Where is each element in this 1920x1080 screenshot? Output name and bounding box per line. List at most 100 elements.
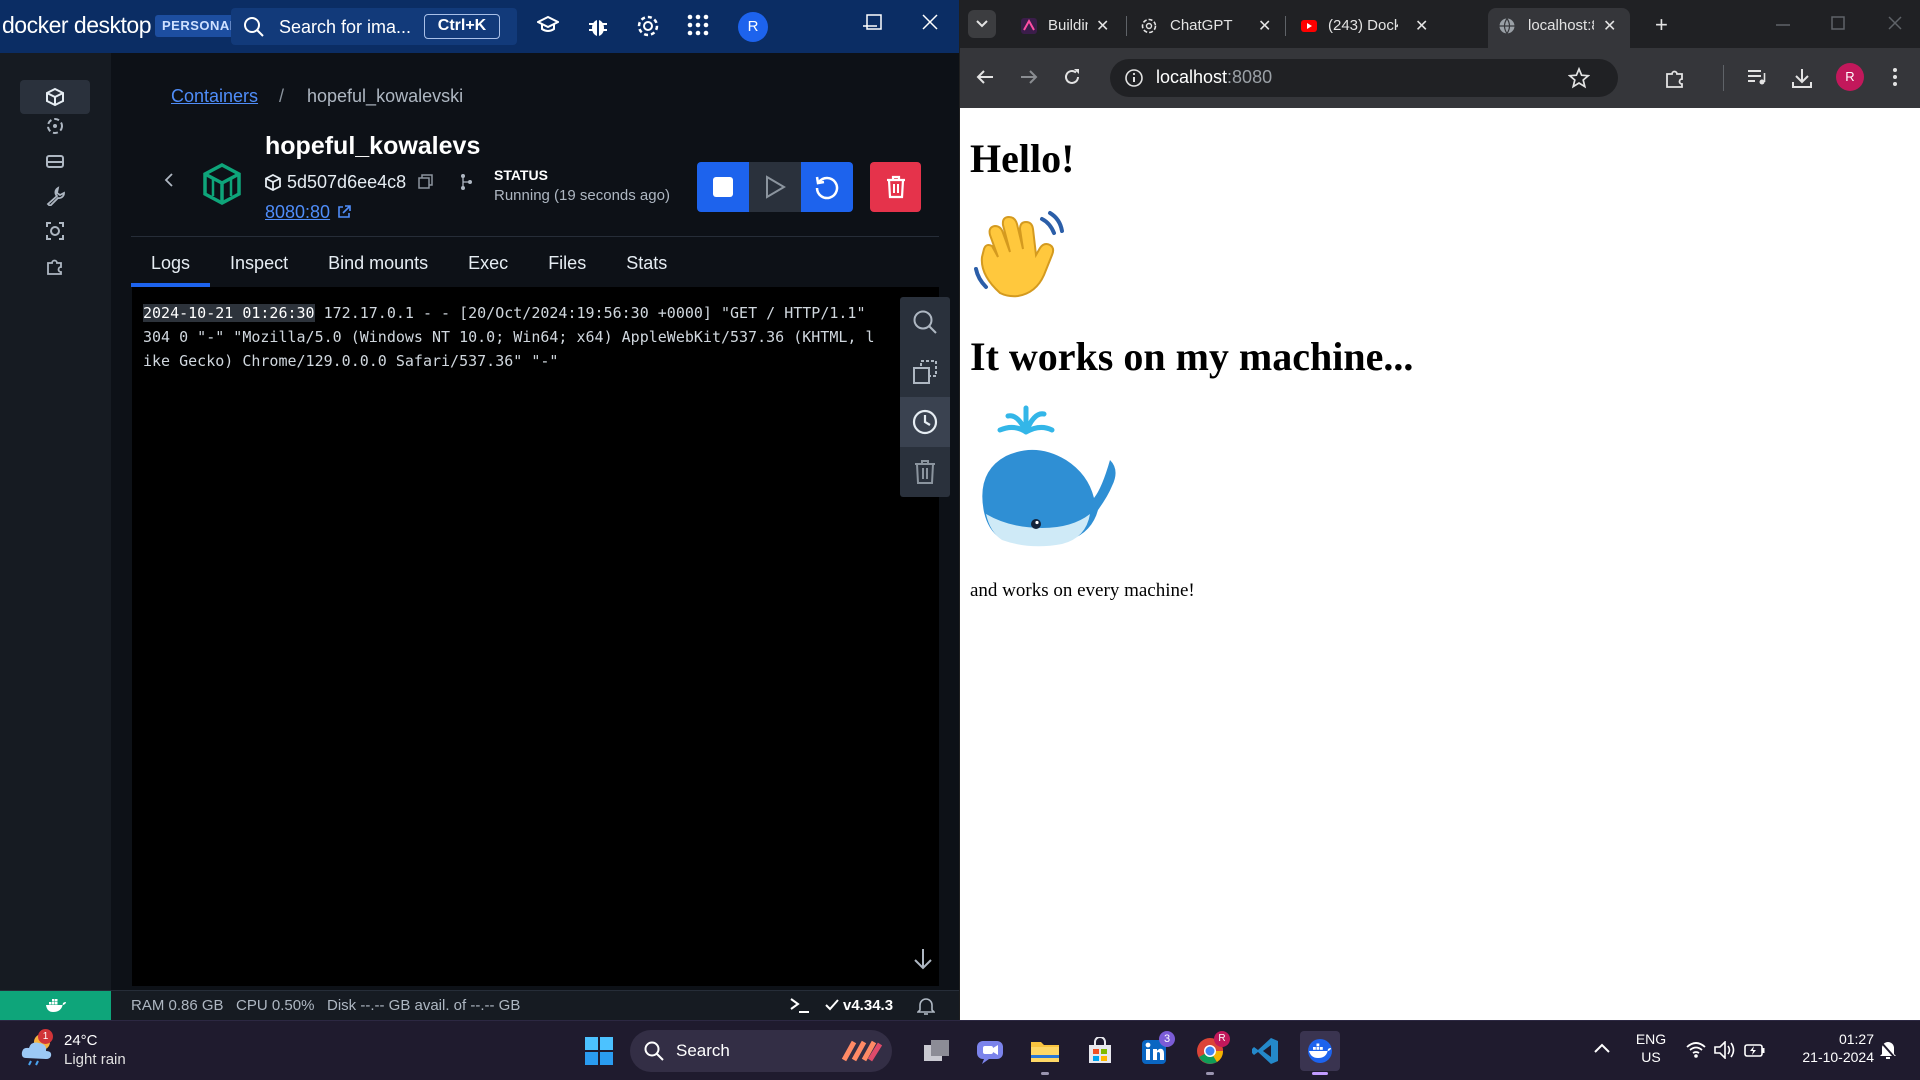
clock[interactable]: 01:27 21-10-2024 <box>1778 1031 1874 1065</box>
logs-panel[interactable]: 2024-10-21 01:26:30 172.17.0.1 - - [20/O… <box>132 287 950 986</box>
desktop: docker desktop PERSONAL Search for ima..… <box>0 0 1920 1080</box>
back-arrow-icon[interactable] <box>976 68 994 86</box>
sidebar-item-scout[interactable] <box>20 214 90 248</box>
settings-gear-icon[interactable] <box>636 14 660 38</box>
maximize-icon[interactable] <box>866 14 882 30</box>
copy-icon[interactable] <box>418 174 433 189</box>
close-icon[interactable] <box>1888 16 1902 30</box>
media-control-icon[interactable] <box>1746 67 1768 87</box>
log-timestamp: 2024-10-21 01:26:30 <box>143 304 315 322</box>
learning-center-icon[interactable] <box>537 14 559 36</box>
taskbar-task-view[interactable] <box>917 1031 957 1071</box>
start-button[interactable] <box>749 162 801 212</box>
global-search[interactable]: Search for ima... Ctrl+K <box>231 8 517 45</box>
site-info-icon[interactable] <box>1124 68 1144 88</box>
container-cube-icon <box>203 163 241 205</box>
tab-logs[interactable]: Logs <box>131 241 211 287</box>
input-language[interactable]: ENG US <box>1628 1031 1674 1065</box>
show-hidden-icons-chevron-icon[interactable] <box>1594 1043 1610 1053</box>
taskbar-search[interactable]: Search <box>630 1030 892 1072</box>
container-action-group <box>697 162 853 212</box>
compose-stack-icon <box>461 174 472 190</box>
weather-widget[interactable]: 1 24°C Light rain <box>20 1029 126 1071</box>
taskbar-file-explorer[interactable] <box>1025 1031 1065 1075</box>
check-icon <box>825 999 839 1011</box>
running-indicator <box>1312 1072 1328 1075</box>
restart-button[interactable] <box>801 162 853 212</box>
extensions-puzzle-icon[interactable] <box>1664 67 1686 89</box>
taskbar-chrome[interactable]: R <box>1190 1031 1230 1075</box>
log-search-button[interactable] <box>900 297 950 347</box>
taskbar-docker[interactable] <box>1300 1031 1340 1075</box>
taskbar-linkedin[interactable]: 3 <box>1135 1031 1175 1071</box>
extensions-grid-icon[interactable] <box>687 14 709 36</box>
maximize-icon[interactable] <box>1831 16 1845 30</box>
breadcrumb-containers-link[interactable]: Containers <box>171 86 258 107</box>
chevron-left-icon[interactable] <box>163 173 175 187</box>
sidebar-item-extensions[interactable] <box>20 249 90 283</box>
log-copy-button[interactable] <box>900 347 950 397</box>
wifi-icon[interactable] <box>1686 1041 1706 1059</box>
notifications-bell-icon[interactable] <box>917 996 935 1016</box>
browser-tab-active[interactable]: localhost:8 ✕ <box>1488 8 1630 48</box>
version-text: v4.34.3 <box>843 997 894 1014</box>
log-clear-button[interactable] <box>900 447 950 497</box>
bookmark-star-icon[interactable] <box>1568 67 1590 89</box>
language-code: ENG <box>1635 1031 1667 1047</box>
battery-charging-icon[interactable] <box>1744 1042 1766 1058</box>
images-icon <box>47 118 63 134</box>
new-tab-button[interactable]: + <box>1655 12 1668 38</box>
engine-status-indicator[interactable] <box>0 991 111 1021</box>
volume-icon[interactable] <box>1714 1041 1736 1059</box>
log-timestamps-toggle[interactable] <box>900 397 950 447</box>
tab-close-icon[interactable]: ✕ <box>1415 16 1428 36</box>
windows-start-icon[interactable] <box>584 1036 614 1066</box>
profile-avatar[interactable]: R <box>1836 63 1864 91</box>
breadcrumb-separator: / <box>279 86 285 106</box>
external-link-icon[interactable] <box>337 205 351 219</box>
chrome-window: Building y ✕ ChatGPT ✕ (243) Dock ✕ loca… <box>960 0 1920 1020</box>
tab-search-button[interactable] <box>968 10 996 38</box>
docker-logo: docker desktop <box>2 12 151 38</box>
stop-button[interactable] <box>697 162 749 212</box>
forward-arrow-icon[interactable] <box>1020 68 1038 86</box>
user-avatar[interactable]: R <box>738 12 768 42</box>
header-divider <box>131 236 939 237</box>
browser-tab[interactable]: Building y ✕ <box>1010 8 1114 48</box>
taskbar-vscode[interactable] <box>1245 1031 1285 1071</box>
browser-tab[interactable]: (243) Dock ✕ <box>1290 8 1438 48</box>
reload-icon[interactable] <box>1063 68 1081 86</box>
tab-close-icon[interactable]: ✕ <box>1258 16 1271 36</box>
weather-alert-badge: 1 <box>38 1029 53 1044</box>
menu-kebab-icon[interactable] <box>1892 67 1898 87</box>
delete-button[interactable] <box>870 162 921 212</box>
tab-close-icon[interactable]: ✕ <box>1603 16 1616 36</box>
notifications-bell-icon[interactable] <box>1878 1039 1898 1061</box>
browser-tab[interactable]: ChatGPT ✕ <box>1130 8 1278 48</box>
tab-close-icon[interactable]: ✕ <box>1096 16 1109 36</box>
tab-bind-mounts[interactable]: Bind mounts <box>308 241 448 285</box>
close-icon[interactable] <box>922 14 938 30</box>
minimize-icon[interactable] <box>1776 24 1790 26</box>
terminal-icon[interactable] <box>789 995 811 1015</box>
scroll-to-bottom-icon[interactable] <box>912 947 934 971</box>
sidebar-item-images[interactable] <box>20 109 90 143</box>
troubleshoot-bug-icon[interactable] <box>587 14 609 38</box>
chevron-down-icon <box>976 20 988 28</box>
sidebar-item-builds[interactable] <box>20 179 90 213</box>
port-link[interactable]: 8080:80 <box>265 202 330 223</box>
tab-stats[interactable]: Stats <box>606 241 687 285</box>
status-label: STATUS <box>494 167 548 183</box>
download-icon[interactable] <box>1791 67 1813 89</box>
sidebar-item-volumes[interactable] <box>20 144 90 178</box>
search-icon <box>913 310 937 334</box>
running-indicator <box>1206 1072 1214 1075</box>
tab-inspect[interactable]: Inspect <box>210 241 308 285</box>
address-bar[interactable]: localhost:8080 <box>1110 59 1618 97</box>
taskbar-store[interactable] <box>1080 1031 1120 1071</box>
taskbar-chat[interactable] <box>970 1031 1010 1071</box>
container-id: 5d507d6ee4c8 <box>287 172 407 192</box>
toolbar-separator <box>1723 65 1724 91</box>
tab-exec[interactable]: Exec <box>448 241 528 285</box>
tab-files[interactable]: Files <box>528 241 606 285</box>
